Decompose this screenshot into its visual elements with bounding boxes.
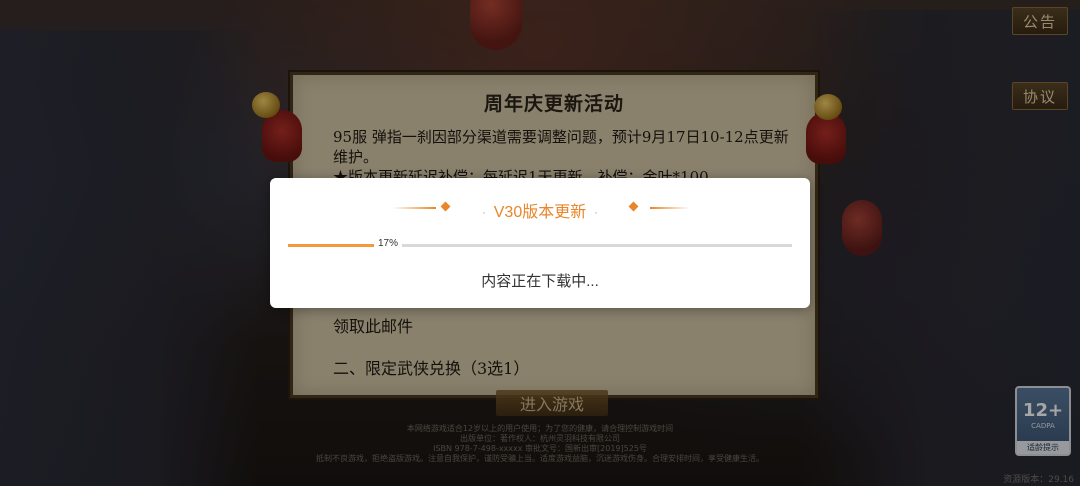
download-status-text: 内容正在下载中...	[481, 273, 599, 290]
update-dialog: · V30版本更新 · 17% 内容正在下载中...	[270, 178, 810, 308]
title-decoration-line-right	[650, 207, 690, 209]
progress-percent-label: 17%	[374, 238, 403, 249]
progress-bar-track	[402, 244, 792, 247]
progress-bar-fill	[288, 244, 386, 247]
dialog-title: · V30版本更新 ·	[482, 204, 598, 221]
dialog-title-text: V30版本更新	[493, 204, 587, 221]
